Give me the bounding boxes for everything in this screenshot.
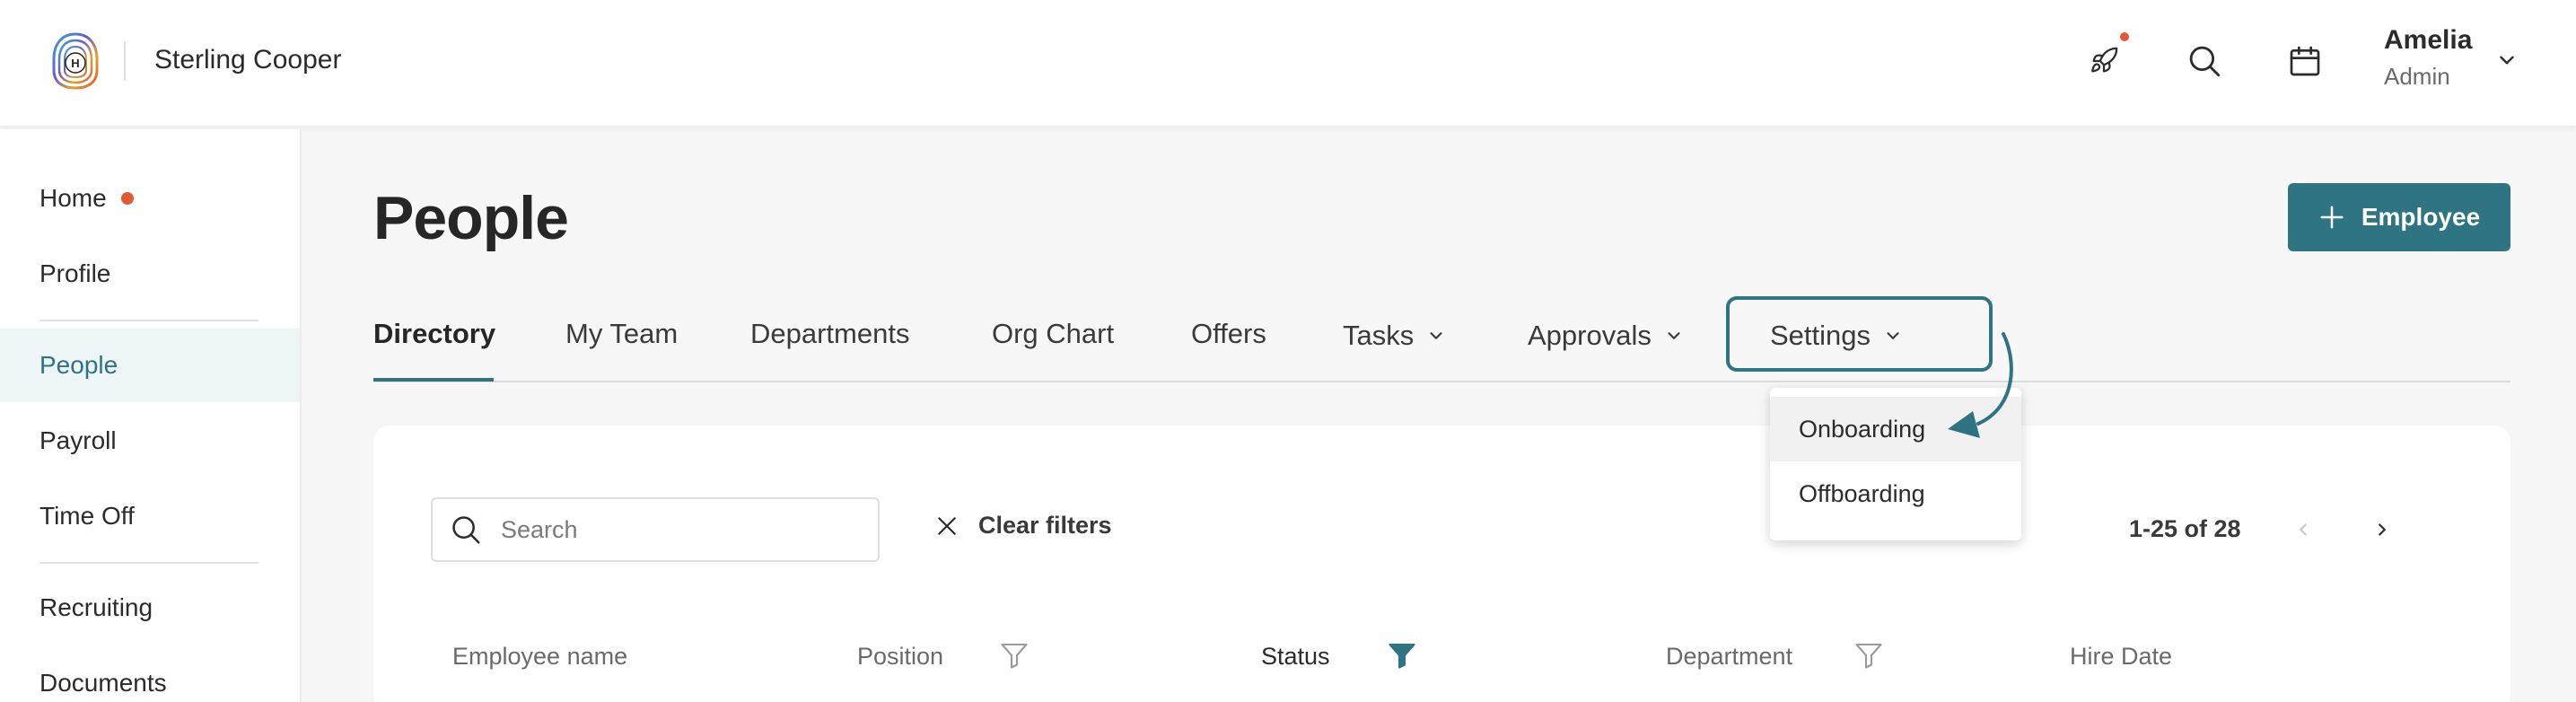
column-label: Hire Date: [2070, 643, 2173, 670]
company-logo-icon[interactable]: H: [50, 31, 101, 92]
sidebar-item-home[interactable]: Home: [0, 162, 300, 235]
column-label: Department: [1666, 643, 1793, 670]
column-header-position[interactable]: Position: [857, 643, 943, 671]
tab-label: Offers: [1191, 318, 1266, 349]
search-icon: [452, 516, 480, 544]
sidebar-divider: [39, 562, 258, 564]
column-header-department[interactable]: Department: [1666, 643, 1792, 671]
sidebar-divider: [39, 320, 258, 321]
tab-label: Tasks: [1343, 320, 1415, 351]
chevron-down-icon[interactable]: [2495, 48, 2519, 72]
filter-active-icon[interactable]: [1386, 637, 1418, 673]
sidebar-item-payroll[interactable]: Payroll: [0, 404, 300, 478]
tab-offers[interactable]: Offers: [1191, 318, 1266, 350]
menu-item-label: Onboarding: [1799, 415, 1926, 443]
sidebar-item-label: Payroll: [39, 426, 117, 454]
notification-dot: [120, 192, 134, 205]
user-menu[interactable]: Amelia Admin: [2384, 25, 2472, 91]
user-name: Amelia: [2384, 25, 2473, 55]
search-input[interactable]: [501, 515, 860, 544]
column-label: Status: [1261, 643, 1330, 670]
plus-icon: [2320, 206, 2344, 229]
add-employee-button[interactable]: Employee: [2288, 183, 2510, 251]
tab-org-chart[interactable]: Org Chart: [992, 318, 1114, 350]
search-field[interactable]: [431, 497, 880, 562]
tab-label: Approvals: [1528, 320, 1652, 351]
tab-approvals[interactable]: Approvals: [1528, 320, 1684, 352]
chevron-down-icon: [1668, 332, 1680, 339]
company-name: Sterling Cooper: [154, 45, 342, 75]
tab-my-team[interactable]: My Team: [565, 318, 678, 350]
user-role: Admin: [2384, 63, 2450, 90]
tab-directory[interactable]: Directory: [373, 318, 495, 350]
column-label: Employee name: [452, 643, 628, 670]
sidebar-item-recruiting[interactable]: Recruiting: [0, 571, 300, 645]
tab-label: My Team: [565, 318, 679, 349]
tab-settings[interactable]: Settings: [1770, 320, 1903, 352]
tabs-divider: [373, 381, 2510, 382]
sidebar-item-label: Time Off: [39, 502, 135, 530]
people-table-card: [373, 426, 2510, 702]
next-page-button[interactable]: [2366, 513, 2398, 546]
pagination-range: 1-25 of 28: [2129, 515, 2241, 542]
page-title: People: [373, 184, 569, 252]
tab-departments[interactable]: Departments: [750, 318, 909, 350]
top-header: H Sterling Cooper Amelia Admin: [0, 0, 2576, 127]
add-employee-label: Employee: [2361, 203, 2481, 231]
sidebar-item-label: Home: [39, 184, 107, 212]
clear-filters-label: Clear filters: [978, 512, 1112, 539]
sidebar: Home Profile People Payroll Time Off Rec…: [0, 129, 302, 702]
sidebar-item-people[interactable]: People: [0, 329, 300, 402]
column-label: Position: [857, 643, 944, 670]
clear-filters-button[interactable]: Clear filters: [935, 512, 1112, 540]
sidebar-item-label: Recruiting: [39, 593, 153, 621]
close-icon: [938, 516, 956, 535]
menu-item-offboarding[interactable]: Offboarding: [1770, 461, 2021, 526]
brand-divider: [124, 41, 126, 81]
notification-dot: [2120, 32, 2129, 41]
filter-icon[interactable]: [998, 637, 1030, 673]
previous-page-button[interactable]: [2287, 513, 2319, 546]
tab-label: Settings: [1770, 320, 1871, 351]
sidebar-item-time-off[interactable]: Time Off: [0, 479, 300, 553]
column-header-employee-name[interactable]: Employee name: [452, 643, 627, 671]
chevron-down-icon: [1887, 332, 1899, 339]
calendar-icon[interactable]: [2280, 36, 2330, 86]
filter-icon[interactable]: [1853, 637, 1885, 673]
chevron-down-icon: [1430, 332, 1442, 339]
svg-text:H: H: [71, 57, 79, 70]
sidebar-item-profile[interactable]: Profile: [0, 237, 300, 311]
sidebar-item-label: Profile: [39, 259, 111, 287]
sidebar-item-label: Documents: [39, 669, 167, 697]
search-icon[interactable]: [2179, 36, 2230, 86]
sidebar-item-label: People: [39, 351, 118, 379]
tab-label: Directory: [373, 318, 496, 349]
tab-label: Departments: [750, 318, 910, 349]
annotation-arrow-icon: [1948, 332, 2013, 438]
rocket-icon[interactable]: [2079, 36, 2129, 86]
tab-tasks[interactable]: Tasks: [1343, 320, 1446, 352]
column-header-status[interactable]: Status: [1261, 643, 1330, 671]
chevron-left-icon: [2300, 523, 2307, 536]
chevron-right-icon: [2379, 523, 2386, 536]
active-tab-indicator: [373, 378, 494, 382]
column-header-hire-date[interactable]: Hire Date: [2070, 643, 2172, 671]
sidebar-item-documents[interactable]: Documents: [0, 646, 300, 702]
menu-item-label: Offboarding: [1799, 479, 1925, 507]
tab-label: Org Chart: [992, 318, 1115, 349]
